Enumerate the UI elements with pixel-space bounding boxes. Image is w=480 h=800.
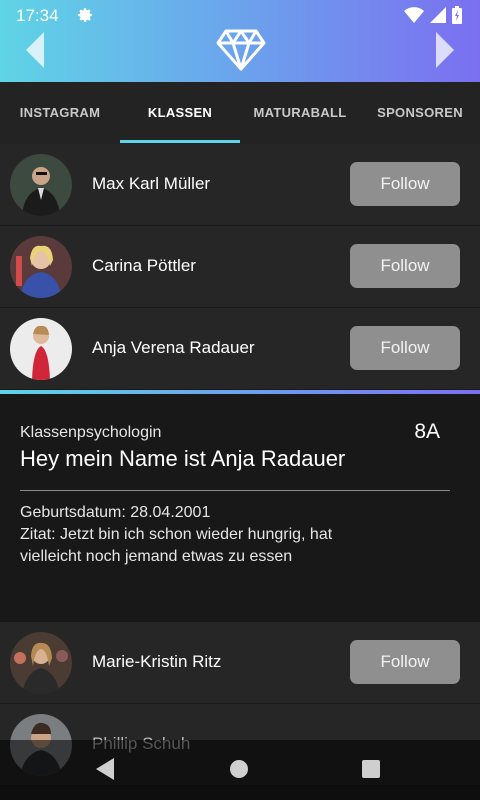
avatar — [10, 154, 72, 216]
home-icon[interactable] — [230, 760, 248, 778]
tab-maturaball[interactable]: MATURABALL — [240, 82, 360, 144]
wifi-icon — [404, 7, 424, 23]
signal-icon — [430, 7, 446, 23]
follow-button[interactable]: Follow — [350, 162, 460, 206]
next-arrow-icon[interactable] — [432, 32, 458, 68]
avatar — [10, 632, 72, 694]
avatar — [10, 236, 72, 298]
status-icons — [404, 6, 462, 24]
list-item[interactable]: Carina Pöttler Follow — [0, 226, 480, 308]
detail-title: Hey mein Name ist Anja Radauer — [20, 446, 346, 471]
follow-button[interactable]: Follow — [350, 326, 460, 370]
detail-info: Geburtsdatum: 28.04.2001 Zitat: Jetzt bi… — [20, 502, 340, 568]
previous-arrow-icon[interactable] — [22, 32, 48, 68]
status-bar: 17:34 — [0, 0, 480, 30]
list-item[interactable]: Marie-Kristin Ritz Follow — [0, 622, 480, 704]
tab-sponsoren[interactable]: SPONSOREN — [360, 82, 480, 144]
detail-quote: Zitat: Jetzt bin ich schon wieder hungri… — [20, 526, 333, 565]
tab-klassen[interactable]: KLASSEN — [120, 82, 240, 144]
person-name: Marie-Kristin Ritz — [92, 652, 222, 671]
list-item[interactable]: Max Karl Müller Follow — [0, 144, 480, 226]
list-item[interactable]: Anja Verena Radauer Follow — [0, 308, 480, 390]
detail-class: 8A — [414, 420, 440, 443]
status-time: 17:34 — [16, 6, 59, 25]
gear-icon — [78, 8, 92, 22]
battery-icon — [452, 6, 462, 24]
tab-instagram[interactable]: INSTAGRAM — [0, 82, 120, 144]
recent-apps-icon[interactable] — [362, 760, 380, 778]
diamond-logo-icon — [216, 29, 266, 71]
detail-role: Klassenpsychologin — [20, 424, 162, 441]
app-header: 17:34 — [0, 0, 480, 82]
detail-birthdate: Geburtsdatum: 28.04.2001 — [20, 504, 211, 521]
avatar — [10, 318, 72, 380]
person-name: Carina Pöttler — [92, 256, 196, 275]
follow-button[interactable]: Follow — [350, 244, 460, 288]
active-tab-indicator — [120, 140, 240, 143]
back-icon[interactable] — [96, 758, 114, 780]
person-detail-panel: Klassenpsychologin 8A Hey mein Name ist … — [0, 390, 480, 622]
divider — [20, 490, 450, 491]
person-name: Max Karl Müller — [92, 174, 211, 193]
system-navigation-bar — [0, 740, 480, 800]
follow-button[interactable]: Follow — [350, 640, 460, 684]
person-name: Anja Verena Radauer — [92, 338, 255, 357]
tab-bar: INSTAGRAM KLASSEN MATURABALL SPONSOREN — [0, 82, 480, 144]
